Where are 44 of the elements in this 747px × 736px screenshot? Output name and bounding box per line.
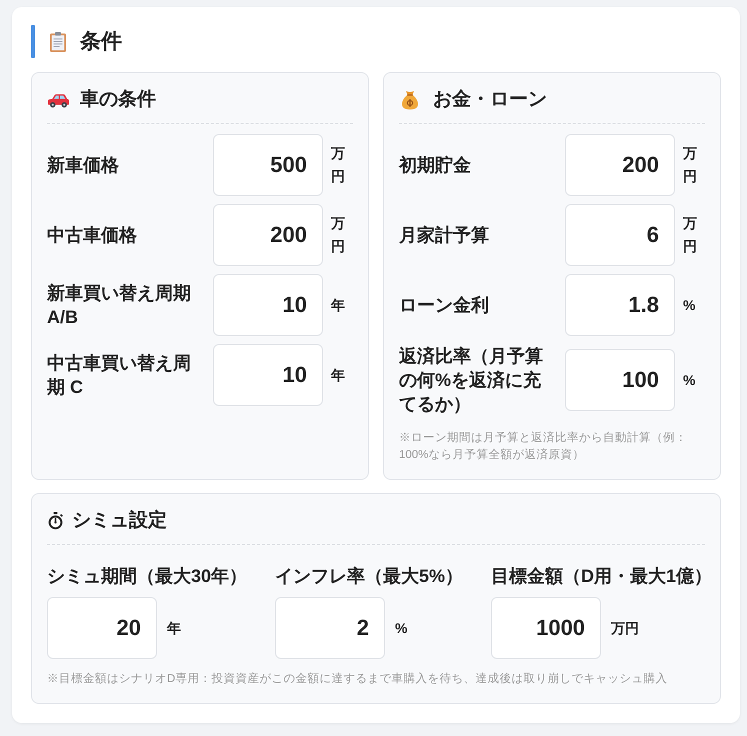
unit-label: 万円 [683,144,698,186]
unit-label: 年 [331,296,346,314]
number-input[interactable]: 200 [213,204,323,266]
unit-label: 年 [331,366,346,384]
note-text: ※目標金額はシナリオD専用：投資資産がこの金額に達するまで車購入を待ち、達成後は取り崩しでキャッシュ購入 [47,671,668,687]
accent-bar [31,25,35,58]
panel-title: シミュ設定 [72,509,167,533]
field-label: 初期貯金 [399,154,472,177]
unit-label: 万円 [683,214,698,256]
field-label: シミュ期間（最大30年） [47,565,248,588]
field-label: 新車価格 [47,154,120,177]
number-input[interactable]: 500 [213,134,323,196]
clipboard-icon [50,32,66,52]
field-label: 中古車買い替え周期 C [47,352,192,399]
money-bag-icon [401,90,419,110]
field-label: 月家計予算 [399,224,490,247]
unit-label: % [683,296,696,314]
number-input[interactable]: 6 [565,204,675,266]
panel-title: お金・ローン [433,88,547,112]
unit-label: 万円 [611,618,640,638]
note-text: ※ローン期間は月予算と返済比率から自動計算（例：100%なら月予算全額が返済原資） [399,430,688,463]
number-input[interactable]: 100 [565,349,675,411]
number-input[interactable]: 1000 [491,597,602,659]
unit-label: % [395,618,408,638]
field-label: 新車買い替え周期 A/B [47,282,192,329]
number-input[interactable]: 1.8 [565,274,675,336]
number-input[interactable]: 200 [565,134,675,196]
number-input[interactable]: 10 [213,274,323,336]
field-label: インフレ率（最大5%） [275,565,464,588]
unit-label: 万円 [331,144,346,186]
number-input[interactable]: 2 [275,597,386,659]
unit-label: 万円 [331,214,346,256]
field-label: 目標金額（D用・最大1億） [491,565,712,588]
car-icon [47,92,70,108]
unit-label: % [683,370,696,390]
number-input[interactable]: 10 [213,344,323,406]
field-label: 返済比率（月予算の何%を返済に充てるか） [399,345,544,416]
section-title: 条件 [80,28,122,54]
number-input[interactable]: 20 [47,597,157,659]
unit-label: 年 [167,618,181,638]
panel-title: 車の条件 [80,88,156,112]
stopwatch-icon [47,512,64,530]
field-label: 中古車価格 [47,224,138,247]
field-label: ローン金利 [399,294,490,317]
